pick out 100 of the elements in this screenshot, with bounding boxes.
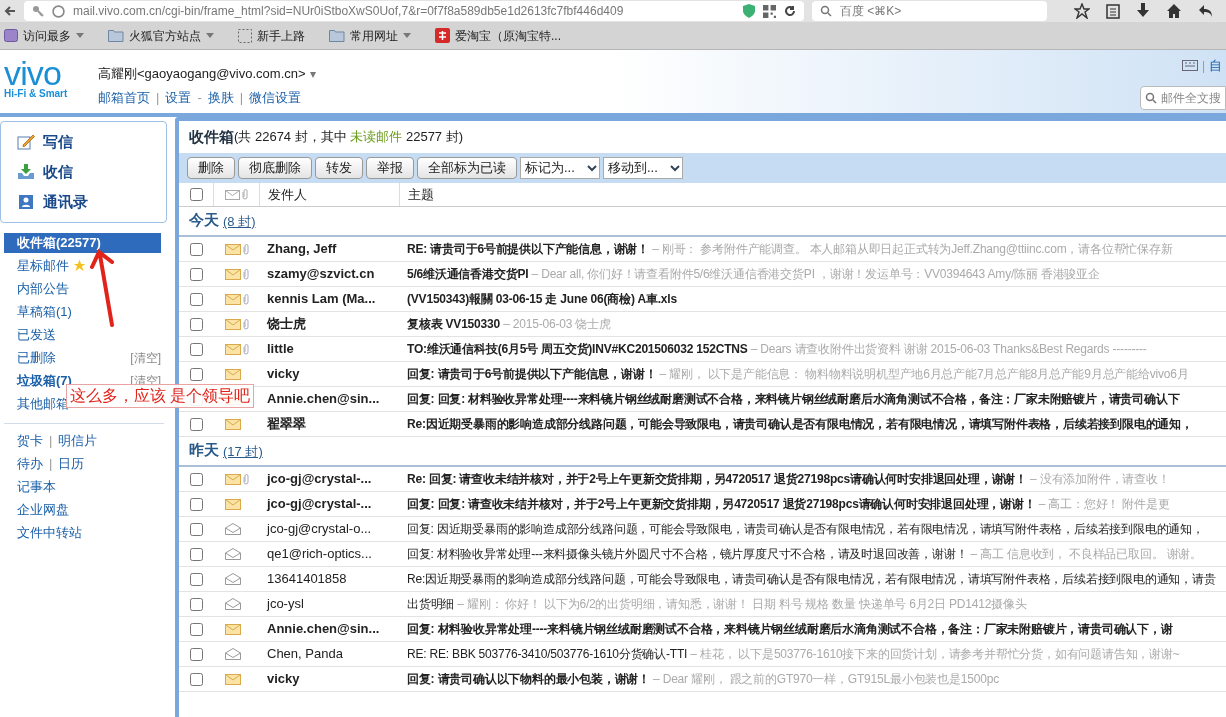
header-link[interactable]: 自: [1209, 56, 1222, 76]
url-text: mail.vivo.com.cn/cgi-bin/frame_html?sid=NUr0iStboXwS0Uof,7&r=0f7f8a589db5e1d2613fc7fbf446d409: [73, 3, 624, 20]
folder-item[interactable]: 内部公告: [17, 278, 69, 299]
keyboard-icon[interactable]: [1181, 60, 1198, 72]
message-subject-line[interactable]: 出货明细 – 耀刚： 你好！ 以下为6/2的出货明细，请知悉，谢谢！ 日期 料号 规格 数量 快递单号 6月2日 PD1412摄像头: [399, 595, 1027, 613]
folder-item[interactable]: 已删除: [17, 347, 56, 368]
caret-icon[interactable]: [76, 33, 84, 38]
message-subject-line[interactable]: (VV150343)報關 03-06-15 走 June 06(商檢) A車.xls: [399, 290, 677, 308]
sidebar-action[interactable]: 通讯录: [43, 190, 88, 214]
key-icon: [32, 5, 44, 17]
row-checkbox[interactable]: [189, 547, 203, 561]
message-subject-line[interactable]: 回复: 请贵司确认以下物料的最小包装，谢谢！ – Dear 耀刚， 跟之前的GT970一样，GT915L最小包装也是1500pc: [399, 670, 999, 688]
row-checkbox[interactable]: [189, 672, 203, 686]
account-menu-arrow[interactable]: ▾: [309, 64, 316, 83]
row-checkbox[interactable]: [189, 292, 203, 306]
row-checkbox[interactable]: [189, 647, 203, 661]
sidebar-action[interactable]: 收信: [43, 160, 73, 184]
row-checkbox[interactable]: [189, 472, 203, 486]
toolbar-button[interactable]: 删除: [187, 157, 235, 179]
search-icon: [1145, 91, 1157, 104]
message-subject-line[interactable]: 回复: 因近期受暴雨的影响造成部分线路问题，可能会导致限电，请贵司确认是否有限电情况，若有限电情况，请填写附件表格，后续若接到限电的通知，: [399, 520, 1204, 538]
bookmark-item[interactable]: 访问最多: [23, 26, 71, 45]
folder-item[interactable]: 已发送: [17, 324, 56, 345]
sender-name: 翟翠翠: [266, 415, 307, 434]
empty-folder-link[interactable]: [清空]: [130, 348, 161, 367]
message-subject-line[interactable]: 5/6维沃通信香港交货PI – Dear all, 你们好！请查看附件5/6维沃通信香港交货PI ，谢谢！发运单号：VV0394643 Amy/陈丽 香港骏亚企: [399, 265, 1100, 283]
reload-icon[interactable]: [784, 5, 796, 17]
message-subject-line[interactable]: 复核表 VV150330 – 2015-06-03 饶士虎: [399, 315, 611, 333]
caret-icon[interactable]: [206, 33, 214, 38]
toolbar-button[interactable]: 全部标为已读: [417, 157, 517, 179]
message-subject-line[interactable]: 回复: 材料验收异常处理---来料摄像头镜片外圆尺寸不合格，镜片厚度尺寸不合格，请及时退回改善，谢谢！ – 高工 信息收到， 不良样品已取回。 谢谢。: [399, 545, 1202, 563]
sidebar-link[interactable]: 贺卡: [17, 431, 43, 451]
folder-icon: [108, 29, 124, 42]
row-checkbox[interactable]: [189, 342, 203, 356]
group-count-link[interactable]: (17 封): [223, 441, 263, 461]
message-subject-line[interactable]: RE: RE: BBK 503776-3410/503776-1610分货确认-TTI – 桂花， 以下是503776-1610接下来的回货计划，请参考并帮忙分货，如有问题请告知，谢谢~: [399, 645, 1180, 663]
toolbar-button[interactable]: 彻底删除: [238, 157, 312, 179]
undo-icon[interactable]: [1198, 3, 1214, 19]
header-link[interactable]: 微信设置: [249, 87, 302, 107]
row-checkbox[interactable]: [189, 572, 203, 586]
sidebar-link[interactable]: 待办: [17, 454, 43, 474]
row-checkbox[interactable]: [189, 417, 203, 431]
sidebar-link[interactable]: 企业网盘: [17, 500, 69, 520]
pencil-icon: [17, 134, 35, 150]
download-icon[interactable]: [1136, 3, 1150, 19]
sidebar-link[interactable]: 文件中转站: [17, 523, 82, 543]
row-checkbox[interactable]: [189, 267, 203, 281]
sidebar-link[interactable]: 明信片: [58, 431, 98, 451]
column-header[interactable]: 发件人: [259, 183, 399, 206]
bookmark-item[interactable]: 常用网址: [350, 26, 398, 45]
message-subject-line[interactable]: 回复: 回复: 材料验收异常处理----来料镜片钢丝绒耐磨测试不合格，来料镜片钢丝绒耐磨后水滴角测试不合格，备注：厂家未附赔镀片，请贵司确认下: [399, 390, 1180, 408]
back-icon[interactable]: [4, 5, 16, 17]
header-link[interactable]: 邮箱首页: [98, 87, 150, 107]
toolbar-button[interactable]: 转发: [315, 157, 363, 179]
sidebar-link[interactable]: 日历: [58, 454, 85, 474]
search-field[interactable]: 百度 <⌘K>: [812, 1, 1047, 21]
chevron-down-icon: [587, 164, 597, 172]
row-checkbox[interactable]: [189, 242, 203, 256]
row-checkbox[interactable]: [189, 317, 203, 331]
star-icon[interactable]: [1074, 3, 1090, 19]
message-subject-line[interactable]: 回复: 材料验收异常处理----来料镜片钢丝绒耐磨测试不合格，来料镜片钢丝绒耐磨后水滴角测试不合格，备注：厂家未附赔镀片，请贵司确认下，谢: [399, 620, 1173, 638]
select-all-checkbox[interactable]: [189, 188, 203, 201]
header-link[interactable]: 设置: [165, 87, 192, 107]
paperclip-icon: [242, 189, 248, 200]
chevron-down-icon: [670, 164, 680, 172]
user-account: 高耀刚<gaoyaogang@vivo.com.cn>: [98, 65, 306, 83]
message-subject-line[interactable]: Re:因近期受暴雨的影响造成部分线路问题，可能会导致限电，请贵司确认是否有限电情况，若有限电情况，请填写附件表格，后续若接到限电的通知，: [399, 415, 1193, 433]
dropdown[interactable]: 标记为...: [520, 157, 600, 179]
message-subject-line[interactable]: 回复: 请贵司于6号前提供以下产能信息，谢谢！ – 耀刚， 以下是产能信息： 物料物料说明机型产地6月总产能7月总产能8月总产能9月总产能给vivo6月: [399, 365, 1189, 383]
folder-item[interactable]: 星标邮件: [17, 255, 69, 276]
qr-code-icon[interactable]: [763, 4, 776, 18]
address-bar[interactable]: mail.vivo.com.cn/cgi-bin/frame_html?sid=NUr0iStboXwS0Uof,7&r=0f7f8a589db5e1d2613fc7fbf446d409: [24, 1, 804, 21]
row-checkbox[interactable]: [189, 597, 203, 611]
reading-list-icon[interactable]: [1106, 3, 1120, 19]
toolbar-button[interactable]: 举报: [366, 157, 414, 179]
bookmark-item[interactable]: 新手上路: [257, 26, 305, 45]
row-checkbox[interactable]: [189, 522, 203, 536]
folder-summary: (共 22674 封，其中 未读邮件 22577 封): [234, 128, 464, 147]
message-subject-line[interactable]: Re:因近期受暴雨的影响造成部分线路问题，可能会导致限电，请贵司确认是否有限电情况，若有限电情况，请填写附件表格，后续若接到限电的通知，请贵: [399, 570, 1216, 588]
row-checkbox[interactable]: [189, 367, 203, 381]
message-subject-line[interactable]: 回复: 回复: 请查收未结并核对，并于2号上午更新交货排期，另4720517 退货27198pcs请确认何时安排退回处理，谢谢！ – 高工：您好！ 附件是更: [399, 495, 1170, 513]
caret-icon[interactable]: [403, 33, 411, 38]
folder-item[interactable]: 草稿箱(1): [17, 301, 72, 322]
sidebar-link[interactable]: 记事本: [17, 477, 56, 497]
row-checkbox[interactable]: [189, 497, 203, 511]
home-icon[interactable]: [1166, 3, 1182, 19]
folder-item[interactable]: 收件箱(22577): [4, 232, 161, 253]
message-subject-line[interactable]: TO:维沃通信科技(6月5号 周五交货)INV#KC201506032 152CTNS – Dears 请查收附件出货资料 谢谢 2015-06-03 Thanks&Best Regards ---------: [399, 340, 1147, 358]
message-subject-line[interactable]: Re: 回复: 请查收未结并核对，并于2号上午更新交货排期，另4720517 退货27198pcs请确认何时安排退回处理，谢谢！ – 没有添加附件，请查收！: [399, 470, 1170, 488]
bookmark-item[interactable]: 爱淘宝（原淘宝特...: [455, 26, 561, 45]
sender-name: jco-gj@crystal-...: [265, 495, 373, 514]
message-subject-line[interactable]: RE: 请贵司于6号前提供以下产能信息，谢谢！ – 刚哥： 参考附件产能调查。 本人邮箱从即日起正式转为Jeff.Zhang@ttiinc.com，请各位帮忙保存新: [399, 240, 1173, 258]
sidebar-action[interactable]: 写信: [43, 130, 73, 154]
column-header[interactable]: 主题: [399, 183, 1226, 206]
dropdown[interactable]: 移动到...: [603, 157, 683, 179]
header-link[interactable]: 换肤: [207, 87, 234, 107]
mail-search-field[interactable]: 邮件全文搜: [1140, 85, 1226, 110]
group-count-link[interactable]: (8 封): [223, 211, 256, 231]
row-checkbox[interactable]: [189, 622, 203, 636]
bookmark-item[interactable]: 火狐官方站点: [129, 26, 201, 45]
